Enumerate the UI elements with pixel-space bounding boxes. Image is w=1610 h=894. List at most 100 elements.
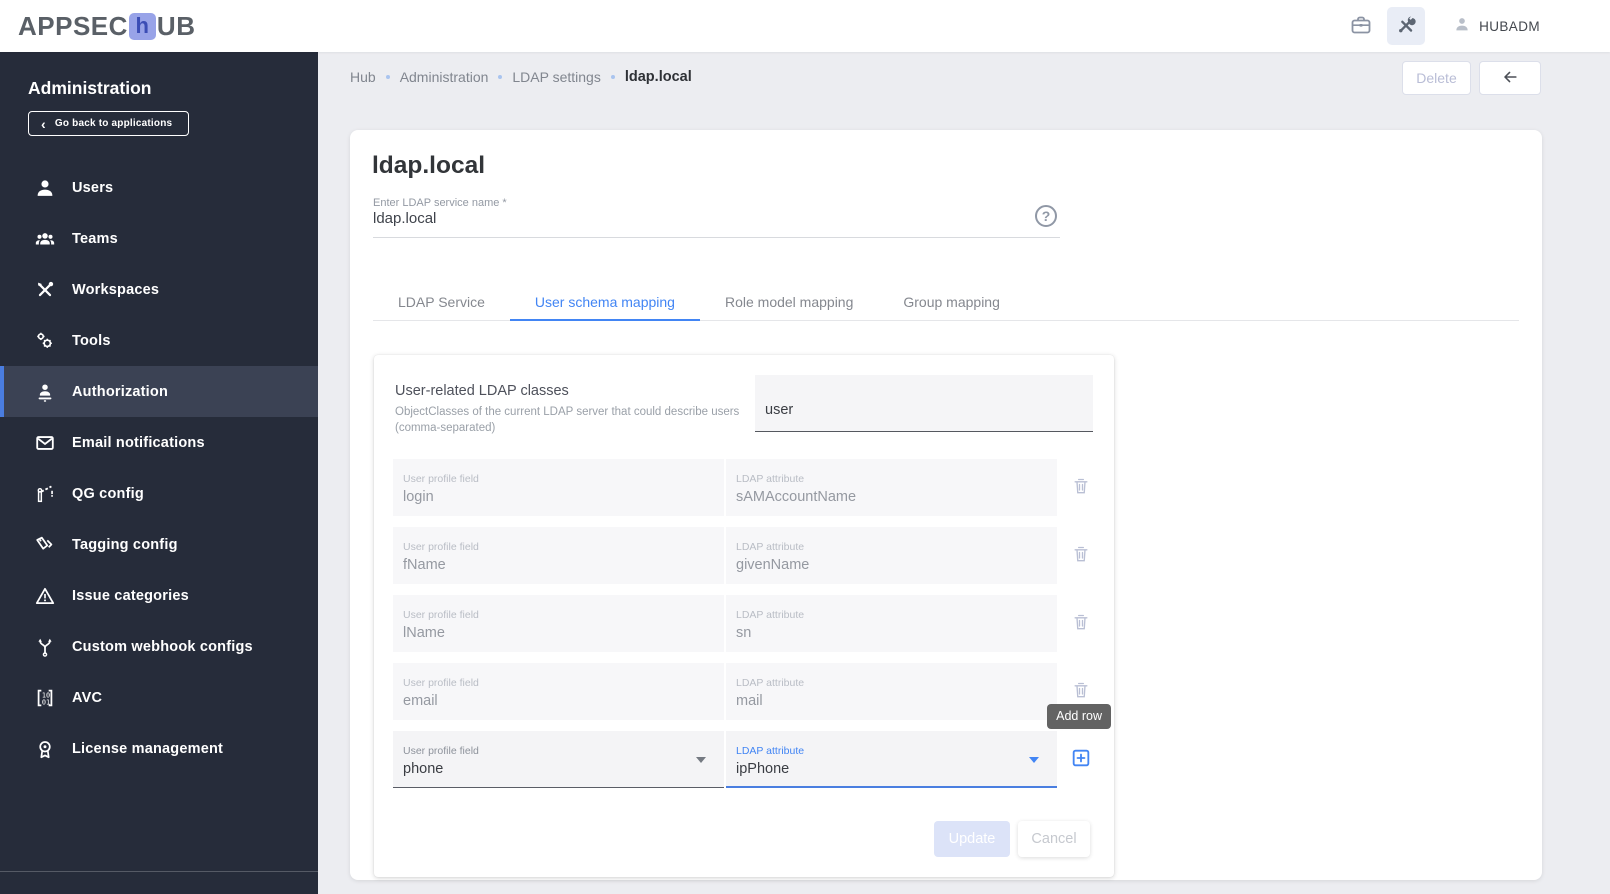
delete-row-button[interactable] [1071, 612, 1091, 635]
ldap-attribute-select[interactable]: LDAP attribute ipPhone [726, 731, 1057, 788]
applications-button[interactable] [1349, 13, 1373, 40]
teams-icon [34, 228, 56, 250]
field-value: phone [403, 761, 444, 777]
service-name-input[interactable] [373, 210, 1023, 227]
authorization-icon [34, 381, 56, 403]
breadcrumb-dot-icon [385, 75, 390, 79]
ldap-classes-label: User-related LDAP classes [395, 383, 569, 399]
main-content: Hub Administration LDAP settings ldap.lo… [318, 52, 1610, 894]
chevron-left-icon: ‹ [41, 115, 46, 132]
ldap-classes-text: User-related LDAP classes ObjectClasses … [395, 383, 745, 436]
sidebar-item-qg-config[interactable]: QG config [0, 468, 318, 519]
attr-label: LDAP attribute [736, 609, 805, 621]
tools-icon [1395, 14, 1417, 39]
add-row-tooltip: Add row [1047, 704, 1111, 729]
help-icon[interactable]: ? [1035, 205, 1057, 227]
user-menu[interactable]: HUBADM [1453, 15, 1540, 38]
sidebar-item-workspaces[interactable]: Workspaces [0, 264, 318, 315]
admin-tools-button[interactable] [1387, 7, 1426, 45]
username: HUBADM [1479, 18, 1540, 34]
attr-label: LDAP attribute [736, 677, 805, 689]
sidebar-item-issue-categories[interactable]: Issue categories [0, 570, 318, 621]
workspaces-icon [34, 279, 56, 301]
email-icon [34, 432, 56, 454]
sidebar-item-email-notifications[interactable]: Email notifications [0, 417, 318, 468]
mapping-row-email: User profile field email LDAP attribute … [393, 663, 1106, 720]
delete-button[interactable]: Delete [1402, 61, 1471, 95]
tab-role-model-mapping[interactable]: Role model mapping [700, 284, 878, 320]
ldap-attribute-cell: LDAP attribute mail [726, 663, 1057, 720]
briefcase-icon [1349, 13, 1373, 40]
page-title: ldap.local [372, 152, 486, 179]
field-label: User profile field [403, 677, 479, 689]
field-label: User profile field [403, 609, 479, 621]
sidebar-divider [0, 871, 318, 872]
field-value: fName [403, 557, 446, 573]
svg-text:01: 01 [42, 698, 50, 706]
go-back-to-applications-button[interactable]: ‹ Go back to applications [28, 111, 190, 136]
sidebar-item-avc[interactable]: 10 01 AVC [0, 672, 318, 723]
field-value: login [403, 489, 434, 505]
app-logo[interactable]: APPSEC h UB [0, 11, 195, 42]
breadcrumb-administration[interactable]: Administration [400, 69, 489, 85]
service-name-label: Enter LDAP service name * [373, 197, 507, 209]
update-button[interactable]: Update [934, 821, 1010, 857]
delete-row-button[interactable] [1071, 544, 1091, 567]
field-value: lName [403, 625, 445, 641]
add-row-button[interactable] [1070, 747, 1092, 772]
ldap-attribute-cell: LDAP attribute givenName [726, 527, 1057, 584]
sidebar-item-license-management[interactable]: License management [0, 723, 318, 774]
ldap-classes-input[interactable] [755, 375, 1093, 432]
sidebar-item-teams[interactable]: Teams [0, 213, 318, 264]
admin-sidebar: Administration ‹ Go back to applications… [0, 52, 318, 894]
attr-label: LDAP attribute [736, 473, 805, 485]
page-actions: Delete [1402, 61, 1541, 95]
logo-h-icon: h [128, 12, 156, 40]
person-icon [1453, 15, 1471, 38]
tab-bar: LDAP Service User schema mapping Role mo… [373, 284, 1519, 321]
chevron-down-icon [696, 757, 706, 763]
breadcrumb-hub[interactable]: Hub [350, 69, 376, 85]
trash-icon [1071, 612, 1091, 635]
tab-ldap-service[interactable]: LDAP Service [373, 284, 510, 320]
ldap-service-card: ldap.local Enter LDAP service name * ? L… [350, 130, 1542, 880]
tab-group-mapping[interactable]: Group mapping [878, 284, 1025, 320]
breadcrumb-current: ldap.local [624, 69, 692, 85]
topbar-actions: HUBADM [1349, 7, 1610, 45]
field-label: User profile field [403, 473, 479, 485]
attr-label: LDAP attribute [736, 745, 805, 757]
logo-text-suffix: UB [156, 10, 196, 41]
attr-label: LDAP attribute [736, 541, 805, 553]
ldap-attribute-cell: LDAP attribute sAMAccountName [726, 459, 1057, 516]
breadcrumb-dot-icon [498, 75, 503, 79]
users-icon [34, 177, 56, 199]
sidebar-item-custom-webhook-configs[interactable]: Custom webhook configs [0, 621, 318, 672]
attr-value: sn [736, 625, 752, 641]
mapping-row-fname: User profile field fName LDAP attribute … [393, 527, 1106, 584]
user-profile-field-cell: User profile field login [393, 459, 724, 516]
sidebar-item-tools[interactable]: Tools [0, 315, 318, 366]
cancel-button[interactable]: Cancel [1018, 821, 1090, 857]
tab-user-schema-mapping[interactable]: User schema mapping [509, 284, 700, 321]
user-profile-field-select[interactable]: User profile field phone [393, 731, 724, 788]
sidebar-item-tagging-config[interactable]: Tagging config [0, 519, 318, 570]
delete-row-button[interactable] [1071, 680, 1091, 703]
chevron-down-icon [1029, 757, 1039, 763]
delete-row-button[interactable] [1071, 476, 1091, 499]
sidebar-item-users[interactable]: Users [0, 162, 318, 213]
attr-value: givenName [736, 557, 810, 573]
input-underline [373, 237, 1060, 238]
plus-square-icon [1070, 747, 1092, 772]
gears-icon [34, 330, 56, 352]
arrow-left-icon [1500, 67, 1520, 90]
sidebar-item-authorization[interactable]: Authorization [0, 366, 318, 417]
qg-config-icon [34, 483, 56, 505]
binary-matrix-icon: 10 01 [34, 687, 56, 709]
mapping-row-login: User profile field login LDAP attribute … [393, 459, 1106, 516]
back-button[interactable] [1479, 61, 1541, 95]
license-badge-icon [34, 738, 56, 760]
field-label: User profile field [403, 745, 479, 757]
breadcrumb-ldap-settings[interactable]: LDAP settings [512, 69, 600, 85]
breadcrumb-dot-icon [610, 75, 615, 79]
sidebar-menu: Users Teams Workspaces Tools Authorizati… [0, 162, 318, 774]
